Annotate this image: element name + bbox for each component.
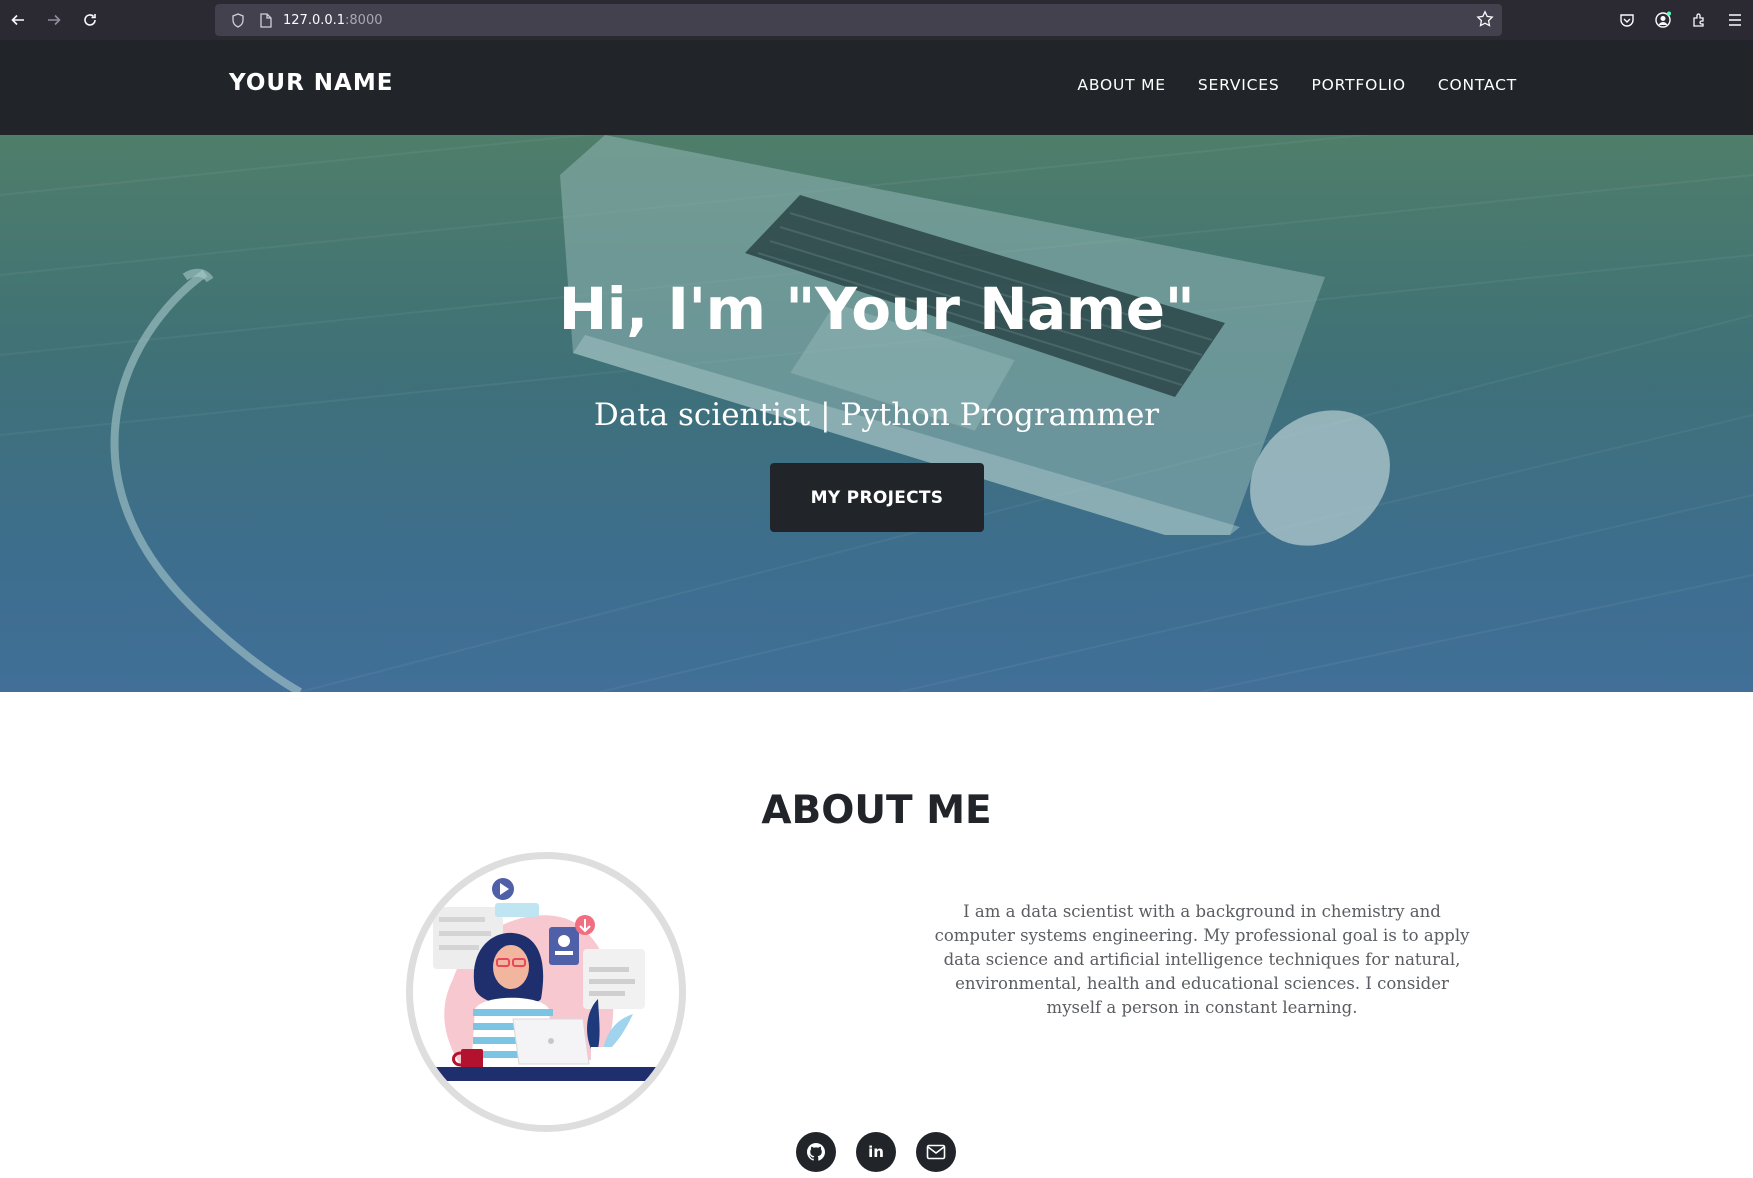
shield-icon[interactable] <box>227 12 249 28</box>
brand-logo[interactable]: YOUR NAME <box>229 70 393 96</box>
pocket-icon[interactable] <box>1609 0 1645 40</box>
site-navbar: YOUR NAME ABOUT ME SERVICES PORTFOLIO CO… <box>0 40 1753 135</box>
bookmark-star-icon[interactable] <box>1476 10 1494 31</box>
linkedin-icon: in <box>868 1143 884 1161</box>
hero-subtitle: Data scientist | Python Programmer <box>593 397 1160 433</box>
url-port: :8000 <box>345 12 383 28</box>
account-icon[interactable] <box>1645 0 1681 40</box>
about-description: I am a data scientist with a background … <box>934 902 1470 1017</box>
nav-link-about[interactable]: ABOUT ME <box>1077 76 1165 94</box>
toolbar-right <box>1609 0 1753 40</box>
forward-button[interactable] <box>36 0 72 40</box>
about-illustration <box>406 852 686 1132</box>
extensions-icon[interactable] <box>1681 0 1717 40</box>
reload-icon <box>84 14 96 26</box>
nav-link-services[interactable]: SERVICES <box>1198 76 1280 94</box>
hero-section: Hi, I'm "Your Name" Data scientist | Pyt… <box>0 135 1753 692</box>
forward-arrow-icon <box>48 14 61 26</box>
github-link[interactable] <box>796 1132 836 1172</box>
nav-link-portfolio[interactable]: PORTFOLIO <box>1312 76 1406 94</box>
social-links: in <box>796 1132 956 1172</box>
email-icon <box>926 1144 946 1160</box>
hero-title: Hi, I'm "Your Name" <box>558 275 1195 343</box>
nav-links: ABOUT ME SERVICES PORTFOLIO CONTACT <box>1077 76 1517 94</box>
back-arrow-icon <box>11 14 24 26</box>
reload-button[interactable] <box>72 0 108 40</box>
github-icon <box>807 1143 825 1161</box>
my-projects-button[interactable]: MY PROJECTS <box>770 463 984 532</box>
browser-toolbar: 127.0.0.1:8000 <box>0 0 1753 40</box>
url-bar[interactable]: 127.0.0.1:8000 <box>215 4 1502 36</box>
about-title: ABOUT ME <box>761 788 992 833</box>
menu-icon[interactable] <box>1717 0 1753 40</box>
email-link[interactable] <box>916 1132 956 1172</box>
back-button[interactable] <box>0 0 36 40</box>
page-icon <box>255 12 277 28</box>
url-host: 127.0.0.1 <box>283 12 346 28</box>
woman-at-laptop-illustration <box>413 878 679 1125</box>
nav-link-contact[interactable]: CONTACT <box>1438 76 1517 94</box>
linkedin-link[interactable]: in <box>856 1132 896 1172</box>
